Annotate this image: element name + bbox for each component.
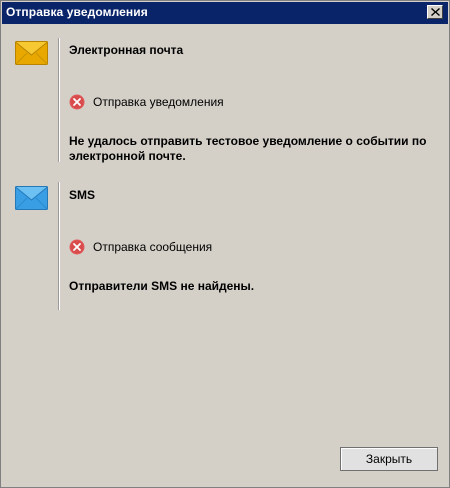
notification-dialog: Отправка уведомления Электронная почта О… (0, 0, 450, 488)
status-text: Отправка уведомления (93, 95, 224, 109)
error-message: Не удалось отправить тестовое уведомлени… (69, 134, 427, 163)
status-row: Отправка уведомления (69, 93, 224, 111)
dialog-body: Электронная почта Отправка уведомления Н… (2, 24, 448, 486)
section-heading-sms: SMS (69, 188, 96, 202)
sms-section: SMS Отправка сообщения Отправители SMS н… (2, 174, 448, 314)
section-heading-email: Электронная почта (69, 43, 184, 57)
close-button[interactable]: Закрыть (340, 447, 438, 471)
close-icon (430, 8, 440, 16)
title-bar[interactable]: Отправка уведомления (2, 2, 448, 24)
window-title: Отправка уведомления (6, 5, 148, 19)
status-row: Отправка сообщения (69, 238, 212, 256)
envelope-blue-icon (15, 186, 48, 210)
email-section: Электронная почта Отправка уведомления Н… (2, 24, 448, 169)
close-window-button[interactable] (427, 5, 443, 19)
error-icon (69, 239, 85, 255)
error-message: Отправители SMS не найдены. (69, 279, 255, 293)
status-text: Отправка сообщения (93, 240, 213, 254)
envelope-yellow-icon (15, 41, 48, 65)
section-divider (58, 182, 60, 310)
section-divider (58, 38, 60, 162)
error-icon (69, 94, 85, 110)
